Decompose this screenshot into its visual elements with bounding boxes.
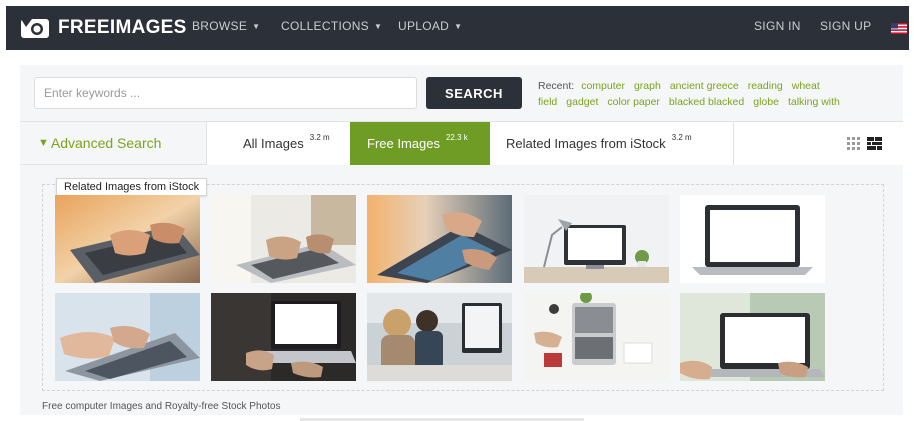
thumbnail-image[interactable] bbox=[211, 293, 356, 381]
mosaic-view-icon[interactable] bbox=[867, 137, 882, 155]
recent-tag[interactable]: blacked blacked bbox=[669, 96, 744, 108]
tab-label: All Images bbox=[243, 136, 304, 151]
thumbnail-image[interactable] bbox=[367, 293, 512, 381]
search-input[interactable] bbox=[34, 77, 417, 109]
thumbnail-image[interactable] bbox=[680, 195, 825, 283]
search-button[interactable]: SEARCH bbox=[426, 77, 522, 109]
recent-tag[interactable]: globe bbox=[753, 96, 779, 108]
recent-tag[interactable]: field bbox=[538, 96, 557, 108]
thumbnail-image[interactable] bbox=[367, 195, 512, 283]
thumbnail-image[interactable] bbox=[55, 195, 200, 283]
view-toggle-group bbox=[734, 122, 903, 165]
thumbnail-image[interactable] bbox=[680, 293, 825, 381]
recent-tag[interactable]: computer bbox=[581, 80, 625, 92]
nav-collections-label: COLLECTIONS bbox=[281, 19, 369, 33]
page-caption: Free computer Images and Royalty-free St… bbox=[42, 401, 281, 412]
recent-tag[interactable]: wheat bbox=[792, 80, 820, 92]
recent-searches: Recent: computer graph ancient greece readin… bbox=[538, 78, 898, 110]
tab-related-istock[interactable]: Related Images from iStock 3.2 m bbox=[490, 122, 734, 165]
caret-down-icon: ▼ bbox=[374, 21, 383, 31]
tab-all-images[interactable]: All Images 3.2 m bbox=[206, 122, 350, 165]
tab-count: 3.2 m bbox=[309, 133, 330, 142]
sign-up-link[interactable]: SIGN UP bbox=[820, 19, 871, 33]
nav-browse-label: BROWSE bbox=[192, 19, 248, 33]
nav-upload-menu[interactable]: UPLOAD ▼ bbox=[398, 19, 462, 33]
recent-tag[interactable]: graph bbox=[634, 80, 661, 92]
site-logo[interactable]: FREEIMAGES bbox=[20, 17, 187, 39]
recent-tag[interactable]: reading bbox=[748, 80, 783, 92]
filter-tabs-bar: ▼ Advanced Search All Images 3.2 m Free … bbox=[20, 121, 903, 165]
sign-in-link[interactable]: SIGN IN bbox=[754, 19, 801, 33]
recent-tag[interactable]: color paper bbox=[607, 96, 660, 108]
recent-tag[interactable]: talking with bbox=[788, 96, 840, 108]
tab-label: Free Images bbox=[367, 136, 440, 151]
nav-upload-label: UPLOAD bbox=[398, 19, 450, 33]
top-nav-bar: FREEIMAGES BROWSE ▼ COLLECTIONS ▼ UPLOAD… bbox=[6, 6, 909, 50]
related-images-label: Related Images from iStock bbox=[56, 178, 208, 196]
caret-down-icon: ▼ bbox=[454, 21, 463, 31]
advanced-search-toggle[interactable]: ▼ Advanced Search bbox=[38, 135, 161, 151]
caret-down-icon: ▼ bbox=[252, 21, 261, 31]
tab-count: 22.3 k bbox=[445, 133, 468, 142]
logo-text: FREEIMAGES bbox=[58, 17, 187, 38]
thumbnail-image[interactable] bbox=[55, 293, 200, 381]
thumbnail-image[interactable] bbox=[524, 195, 669, 283]
recent-label: Recent: bbox=[538, 80, 575, 92]
tab-label: Related Images from iStock bbox=[506, 136, 666, 151]
advanced-search-label: Advanced Search bbox=[50, 135, 162, 151]
tab-count: 3.2 m bbox=[671, 133, 692, 142]
thumbnail-image[interactable] bbox=[524, 293, 669, 381]
grid-view-icon[interactable] bbox=[847, 137, 861, 155]
recent-tag[interactable]: gadget bbox=[566, 96, 598, 108]
camera-logo-icon bbox=[20, 17, 50, 39]
recent-tag[interactable]: ancient greece bbox=[670, 80, 739, 92]
tab-free-images[interactable]: Free Images 22.3 k bbox=[350, 122, 490, 165]
nav-collections-menu[interactable]: COLLECTIONS ▼ bbox=[281, 19, 382, 33]
main-content: SEARCH Recent: computer graph ancient greec… bbox=[20, 65, 903, 415]
us-flag-icon[interactable] bbox=[891, 21, 907, 34]
nav-browse-menu[interactable]: BROWSE ▼ bbox=[192, 19, 260, 33]
filter-funnel-icon: ▼ bbox=[38, 137, 49, 149]
thumbnail-image[interactable] bbox=[211, 195, 356, 283]
